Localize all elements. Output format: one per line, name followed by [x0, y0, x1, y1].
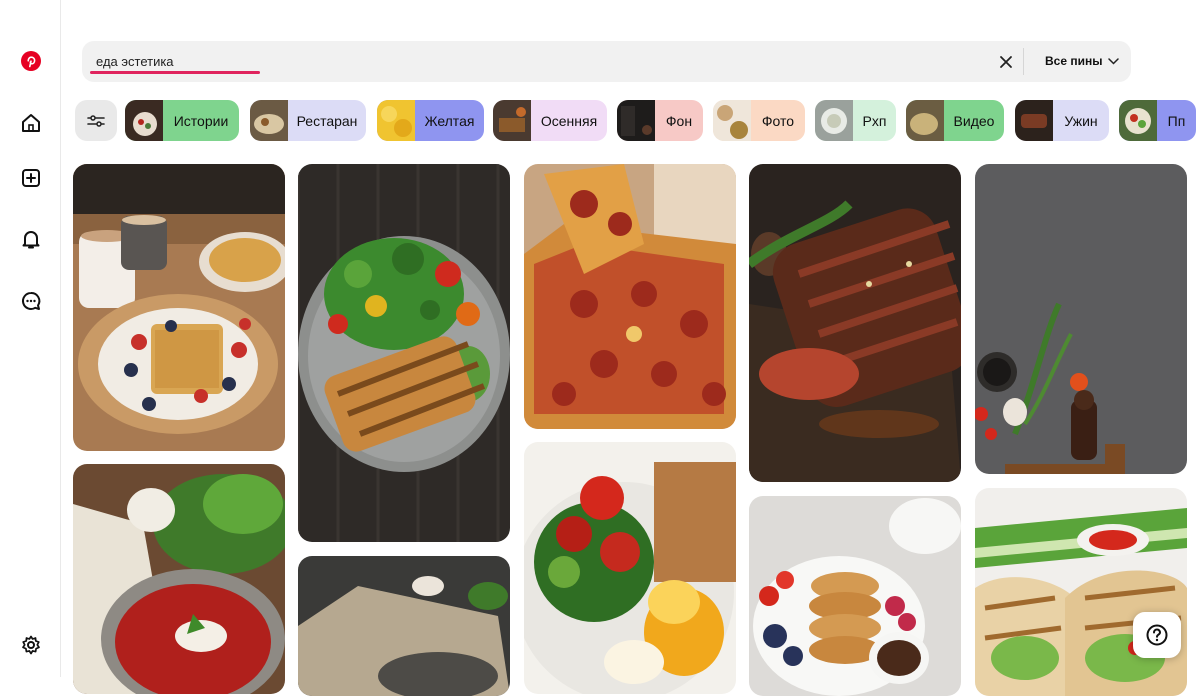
chip-pp[interactable]: Пп	[1119, 100, 1196, 141]
chip-thumbnail	[125, 100, 163, 141]
pin-image	[749, 164, 961, 482]
sliders-icon	[87, 114, 105, 127]
pin-image	[524, 164, 736, 429]
chip-background[interactable]: Фон	[617, 100, 703, 141]
pin-image	[73, 164, 285, 451]
pin-type-dropdown[interactable]: Все пины	[1045, 54, 1120, 68]
pin-wraps[interactable]	[975, 488, 1187, 696]
chip-thumbnail	[906, 100, 944, 141]
chip-thumbnail	[713, 100, 751, 141]
chip-thumbnail	[1119, 100, 1157, 141]
chip-dinner[interactable]: Ужин	[1015, 100, 1109, 141]
pin-image	[524, 442, 736, 694]
close-icon	[1000, 56, 1012, 68]
search-bar[interactable]: еда эстетика Все пины	[82, 41, 1131, 82]
chip-stories[interactable]: Истории	[125, 100, 239, 141]
chip-label: Фото	[761, 112, 795, 129]
chip-label: Рестаран	[296, 112, 358, 129]
chip-label: Ужин	[1064, 112, 1098, 129]
question-icon	[1146, 624, 1168, 646]
help-button[interactable]	[1133, 612, 1181, 658]
search-divider	[1023, 48, 1024, 75]
chip-label: Пп	[1167, 112, 1186, 129]
chip-thumbnail	[617, 100, 655, 141]
chip-autumn[interactable]: Осенняя	[493, 100, 607, 141]
notifications-icon[interactable]	[17, 225, 45, 253]
chip-restaurant[interactable]: Рестаран	[250, 100, 366, 141]
pin-waffles[interactable]	[73, 164, 285, 451]
pin-pancakes[interactable]	[749, 496, 961, 696]
chip-video[interactable]: Видео	[906, 100, 1004, 141]
pin-borscht[interactable]	[73, 464, 285, 694]
messages-icon[interactable]	[17, 287, 45, 315]
filters-button[interactable]	[75, 100, 117, 141]
chip-thumbnail	[493, 100, 531, 141]
create-icon[interactable]	[17, 164, 45, 192]
pin-type-label: Все пины	[1045, 54, 1103, 68]
pin-plate-table[interactable]	[298, 556, 510, 696]
pin-spices-background[interactable]	[975, 164, 1187, 474]
left-sidebar	[0, 0, 61, 677]
pin-image	[73, 464, 285, 694]
chip-yellow[interactable]: Желтая	[377, 100, 484, 141]
search-input[interactable]: еда эстетика	[96, 54, 174, 69]
clear-search-button[interactable]	[996, 52, 1016, 72]
pin-image	[298, 164, 510, 542]
pin-image	[975, 488, 1187, 696]
chip-thumbnail	[377, 100, 415, 141]
pin-chicken-salad[interactable]	[298, 164, 510, 542]
pin-steak[interactable]	[749, 164, 961, 482]
chip-thumbnail	[1015, 100, 1053, 141]
pinterest-logo-icon[interactable]	[17, 47, 45, 75]
pin-image	[298, 556, 510, 696]
chip-photo[interactable]: Фото	[713, 100, 805, 141]
chip-thumbnail	[815, 100, 853, 141]
pin-egg-salad[interactable]	[524, 442, 736, 694]
chip-label: Истории	[173, 112, 229, 129]
chip-label: Осенняя	[540, 112, 598, 129]
chip-label: Рхп	[862, 112, 887, 129]
chip-label: Желтая	[424, 112, 475, 129]
pin-image	[749, 496, 961, 696]
chip-thumbnail	[250, 100, 288, 141]
chip-label: Видео	[953, 112, 995, 129]
home-icon[interactable]	[17, 109, 45, 137]
pin-image	[975, 164, 1187, 474]
chip-label: Фон	[665, 112, 693, 129]
chevron-down-icon	[1108, 57, 1120, 65]
pin-pizza[interactable]	[524, 164, 736, 429]
search-underline	[90, 71, 260, 74]
chip-rkhp[interactable]: Рхп	[815, 100, 896, 141]
settings-icon[interactable]	[17, 631, 45, 659]
